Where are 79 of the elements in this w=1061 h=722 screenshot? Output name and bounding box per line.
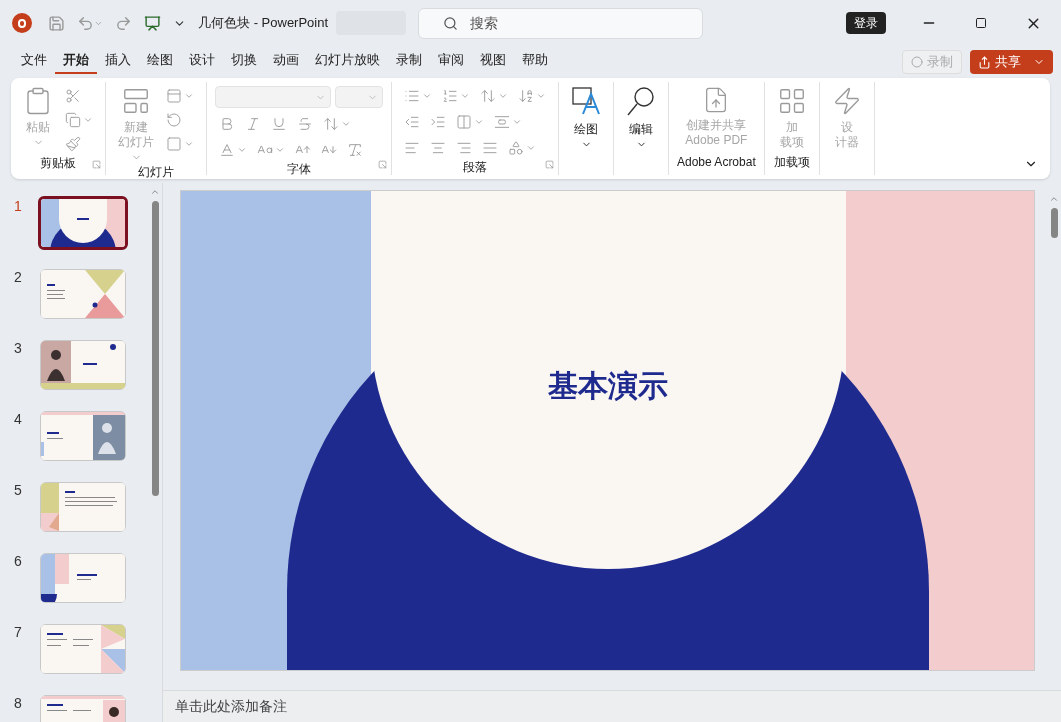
slide-number: 1 [14,197,23,216]
search-icon [626,86,656,118]
ribbon-tab[interactable]: 录制 [388,48,430,74]
dialog-launcher-icon[interactable] [545,160,554,169]
line-spacing-icon [480,88,496,104]
caret-icon [536,91,546,101]
slide-number: 2 [14,268,23,287]
slide-number: 5 [14,481,23,500]
ribbon-tab[interactable]: 动画 [265,48,307,74]
caret-icon [474,117,484,127]
align-text-icon [494,114,510,130]
scroll-up-icon[interactable] [1049,194,1059,204]
caret-icon [83,115,93,125]
slide-number: 4 [14,410,23,429]
ribbon-tab[interactable]: 开始 [55,48,97,74]
caret-icon [512,117,522,127]
caret-icon [498,91,508,101]
redo-icon[interactable] [115,14,132,32]
group-label: 加载项 [773,154,810,171]
ribbon-tab[interactable]: 幻灯片放映 [307,48,388,74]
undo-icon[interactable] [77,14,94,32]
slide-title[interactable]: 基本演示 [181,363,1034,408]
scroll-up-icon[interactable] [150,187,160,197]
ribbon-tab[interactable]: 文件 [13,48,55,74]
group-label: 字体 [287,161,311,178]
slide-number: 7 [14,623,23,642]
bullets-icon [404,88,420,104]
scrollbar-thumb[interactable] [151,201,159,496]
numbering-icon [442,88,458,104]
slide-number: 6 [14,552,23,571]
caret-icon [275,145,285,155]
caret-icon [422,91,432,101]
caret-icon [526,143,536,153]
caret-icon [460,91,470,101]
present-icon[interactable] [144,14,161,32]
ribbon-tab[interactable]: 切换 [223,48,265,74]
text-direction-icon [518,88,534,104]
record-icon [911,56,923,68]
section-icon [166,136,182,152]
ribbon-tab[interactable]: 设计 [181,48,223,74]
group-label: 剪贴板 [40,155,76,172]
caret-icon [184,91,194,101]
caret-icon [184,139,194,149]
dialog-launcher-icon[interactable] [92,160,101,169]
copy-icon [65,112,81,128]
font-color-icon [219,142,235,158]
group-label: 幻灯片 [138,164,174,181]
sign-in-button[interactable]: 登录 [846,12,886,34]
layout-icon [166,88,182,104]
dialog-launcher-icon[interactable] [378,160,387,169]
group-label: Adobe Acrobat [677,154,756,171]
slide-layout-icon [121,86,151,116]
share-button[interactable]: 共享 [970,50,1053,74]
save-icon[interactable] [48,14,65,32]
caret-icon [237,145,247,155]
ribbon-tab[interactable]: 审阅 [430,48,472,74]
ribbon-button[interactable]: 绘图 [567,82,605,150]
group-label: 段落 [463,159,487,176]
slide-number: 3 [14,339,23,358]
ribbon-tab[interactable]: 帮助 [514,48,556,74]
dropdown-field[interactable] [215,86,331,108]
dropdown-field[interactable] [335,86,383,108]
window-title: 几何色块 - PowerPoint [198,14,329,33]
search-icon [443,15,459,31]
maximize-icon[interactable] [975,17,987,29]
columns-icon [456,114,472,130]
spacing-icon [323,116,339,132]
ribbon-tab[interactable]: 视图 [472,48,514,74]
caret-icon [341,119,351,129]
ribbon-button[interactable]: 编辑 [622,82,660,150]
search-field[interactable]: 搜索 [418,7,704,39]
ribbon-tab[interactable]: 插入 [97,48,139,74]
smartart-icon [508,140,524,156]
ribbon-tab[interactable]: 绘图 [139,48,181,74]
slide-number: 8 [14,694,23,713]
share-icon [978,55,991,69]
scrollbar-thumb[interactable] [1050,208,1058,238]
app-logo-icon [12,13,32,33]
slide-thumbnail[interactable] [38,196,128,250]
